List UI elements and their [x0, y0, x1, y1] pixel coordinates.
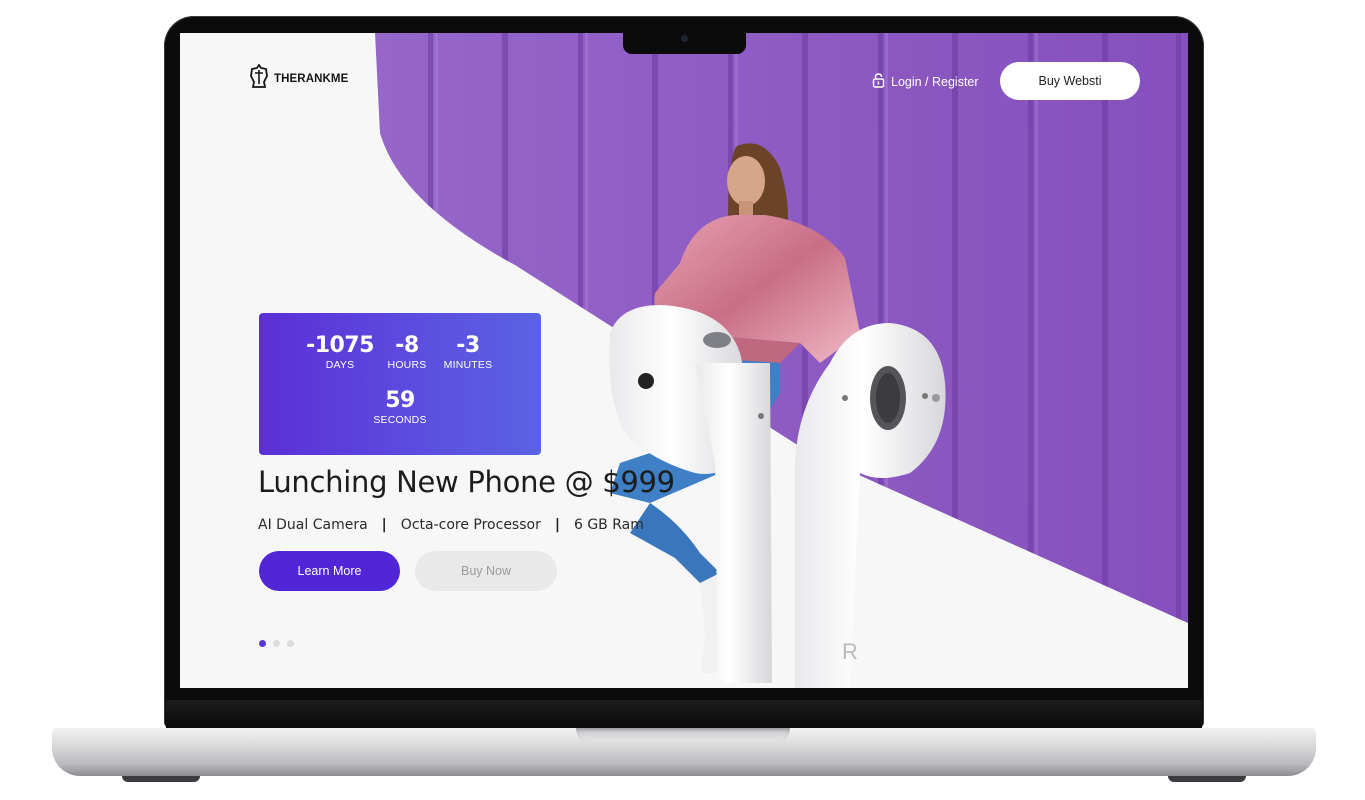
- feature-item: Octa-core Processor: [400, 517, 541, 533]
- learn-more-button[interactable]: Learn More: [259, 551, 400, 591]
- countdown-seconds: 59 SECONDS: [369, 388, 431, 427]
- hero-headline: Lunching New Phone @ $999: [258, 465, 675, 499]
- login-register-label: Login / Register: [891, 75, 979, 89]
- seconds-label: SECONDS: [373, 414, 427, 426]
- webcam: [681, 35, 688, 42]
- countdown-hours: -8 HOURS: [385, 333, 429, 372]
- knight-helmet-icon: [248, 63, 270, 93]
- login-register-link[interactable]: Login / Register: [872, 73, 979, 91]
- seconds-value: 59: [385, 388, 415, 413]
- feature-item: 6 GB Ram: [573, 517, 644, 533]
- buy-now-button[interactable]: Buy Now: [415, 551, 557, 591]
- countdown-timer: -1075 DAYS -8 HOURS -3 MINUTES 59 SECOND…: [259, 313, 541, 455]
- feature-list: AI Dual Camera | Octa-core Processor | 6…: [258, 517, 644, 533]
- laptop-foot-right: [1168, 776, 1246, 782]
- faded-background-letter: R: [842, 639, 858, 664]
- slider-dot-2[interactable]: [273, 640, 280, 647]
- hours-value: -8: [395, 333, 419, 358]
- laptop-opening-groove: [576, 728, 790, 742]
- laptop-chin: [166, 700, 1202, 728]
- countdown-days: -1075 DAYS: [305, 333, 375, 372]
- hours-label: HOURS: [387, 359, 427, 371]
- lock-icon: [872, 73, 885, 91]
- laptop-foot-left: [122, 776, 200, 782]
- buy-website-button[interactable]: Buy Websti: [1000, 62, 1140, 100]
- feature-separator: |: [554, 517, 560, 533]
- minutes-label: MINUTES: [443, 359, 493, 371]
- minutes-value: -3: [456, 333, 480, 358]
- countdown-minutes: -3 MINUTES: [439, 333, 497, 372]
- brand-logo[interactable]: THERANKME: [248, 63, 349, 93]
- slider-dot-1[interactable]: [259, 640, 266, 647]
- brand-name: THERANKME: [274, 72, 349, 85]
- days-value: -1075: [306, 333, 374, 358]
- days-label: DAYS: [325, 359, 355, 371]
- website-screen: THERANKME Login / Register Buy Websti -1…: [180, 33, 1188, 688]
- feature-item: AI Dual Camera: [258, 517, 368, 533]
- slider-pagination: [259, 640, 294, 647]
- slider-dot-3[interactable]: [287, 640, 294, 647]
- feature-separator: |: [381, 517, 387, 533]
